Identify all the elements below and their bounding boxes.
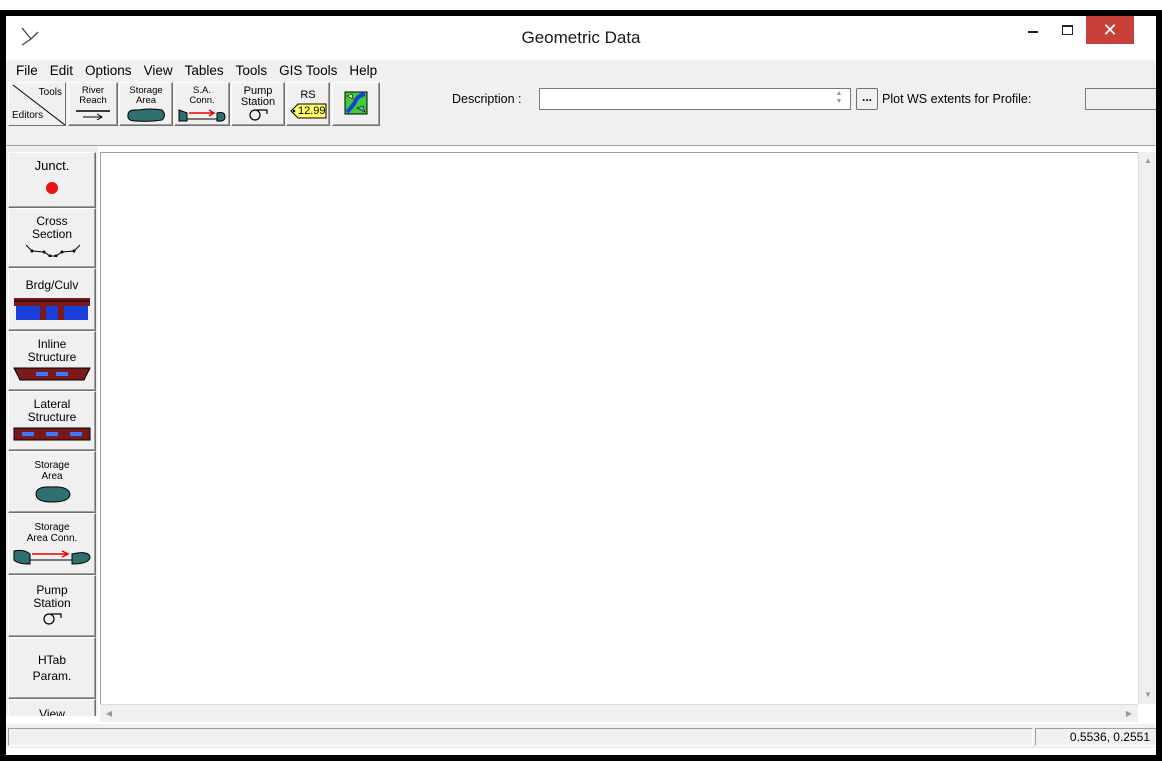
status-bar: 0.5536, 0.2551 xyxy=(6,724,1156,748)
tools-label: Tools xyxy=(38,87,62,98)
lateral-structure-icon xyxy=(13,427,91,441)
bridge-culvert-icon xyxy=(14,298,90,320)
gis-map-icon xyxy=(344,91,368,115)
coordinates-readout: 0.5536, 0.2551 xyxy=(1035,728,1156,746)
storage-area-editor-button[interactable]: Storage Area xyxy=(8,451,96,513)
storage-area-editor-label-2: Area xyxy=(41,471,63,482)
menu-tools[interactable]: Tools xyxy=(230,63,274,78)
menu-tables[interactable]: Tables xyxy=(179,63,230,78)
pump-station-editor-icon xyxy=(43,613,62,625)
geometric-data-window: Geometric Data ✕ File Edit Options View … xyxy=(6,16,1156,755)
view-label: View xyxy=(39,707,65,717)
description-spin-icon[interactable]: ▲ ▼ xyxy=(830,90,848,108)
bridge-culvert-editor-button[interactable]: Brdg/Culv xyxy=(8,268,96,331)
scroll-up-icon[interactable]: ▲ xyxy=(1139,152,1157,170)
editors-panel: Junct. Cross Section Brdg/Culv Inline St… xyxy=(6,146,98,716)
storage-area-editor-icon xyxy=(35,486,71,503)
menu-edit[interactable]: Edit xyxy=(44,63,79,78)
minimize-button[interactable] xyxy=(1018,16,1048,44)
close-button[interactable]: ✕ xyxy=(1086,16,1134,44)
pump-station-editor-button[interactable]: Pump Station xyxy=(8,575,96,637)
description-label: Description : xyxy=(452,92,522,106)
sa-conn-label-2: Conn. xyxy=(189,95,215,106)
storage-area-button[interactable]: Storage Area xyxy=(119,82,173,126)
river-station-button[interactable]: RS 12.99 xyxy=(286,82,330,126)
rs-tag-icon: 12.99 xyxy=(289,103,327,119)
maximize-button[interactable] xyxy=(1052,16,1082,44)
cross-section-label-2: Section xyxy=(31,227,73,241)
rs-value: 12.99 xyxy=(298,105,326,117)
storage-area-icon xyxy=(127,108,165,122)
maximize-icon xyxy=(1061,25,1073,35)
status-message-pane xyxy=(8,728,1033,746)
title-bar: Geometric Data ✕ xyxy=(6,16,1156,60)
window-frame: Geometric Data ✕ File Edit Options View … xyxy=(0,10,1162,761)
cross-section-editor-button[interactable]: Cross Section xyxy=(8,208,96,268)
view-editor-button[interactable]: View xyxy=(8,699,96,716)
menu-view[interactable]: View xyxy=(138,63,179,78)
minimize-icon xyxy=(1028,31,1038,33)
scroll-left-icon[interactable]: ◀ xyxy=(100,705,118,723)
htab-param-editor-button[interactable]: HTab Param. xyxy=(8,637,96,699)
description-browse-button[interactable]: ... xyxy=(856,88,878,110)
lateral-structure-editor-button[interactable]: Lateral Structure xyxy=(8,391,96,451)
menu-file[interactable]: File xyxy=(10,63,44,78)
pump-station-button[interactable]: Pump Station xyxy=(231,82,285,126)
scroll-down-icon[interactable]: ▼ xyxy=(1139,686,1157,704)
brdg-culv-label: Brdg/Culv xyxy=(25,278,79,292)
inline-structure-icon xyxy=(13,367,91,381)
storage-area-editor-label-1: Storage xyxy=(34,460,70,471)
window-title: Geometric Data xyxy=(521,28,641,47)
lateral-structure-label-2: Structure xyxy=(27,410,77,424)
pump-station-label-2: Station xyxy=(240,96,276,108)
pump-icon xyxy=(249,109,268,121)
storage-area-connection-editor-icon xyxy=(13,549,91,565)
tools-editors-toggle[interactable]: Tools Editors xyxy=(8,82,66,126)
geometry-canvas[interactable] xyxy=(100,152,1138,704)
gis-map-button[interactable] xyxy=(332,82,380,126)
menu-bar: File Edit Options View Tables Tools GIS … xyxy=(6,60,1156,80)
sa-conn-editor-label-1: Storage xyxy=(34,522,70,533)
menu-options[interactable]: Options xyxy=(79,63,138,78)
scroll-right-icon[interactable]: ▶ xyxy=(1120,705,1138,723)
junction-icon xyxy=(46,182,58,194)
rs-label: RS xyxy=(300,89,316,101)
horizontal-scrollbar[interactable]: ◀ ▶ xyxy=(100,704,1138,722)
plot-ws-profile-select[interactable] xyxy=(1085,88,1156,110)
menu-help[interactable]: Help xyxy=(343,63,383,78)
toolbar: Tools Editors River Reach Storage Area S… xyxy=(6,80,1156,146)
close-icon: ✕ xyxy=(1102,20,1118,40)
menu-gis-tools[interactable]: GIS Tools xyxy=(273,63,343,78)
inline-structure-editor-button[interactable]: Inline Structure xyxy=(8,331,96,391)
storage-area-label-2: Area xyxy=(135,95,157,106)
junct-label: Junct. xyxy=(34,158,70,173)
pump-station-editor-label-2: Station xyxy=(33,596,71,610)
description-input[interactable] xyxy=(539,88,851,110)
river-reach-arrow-icon xyxy=(76,110,110,120)
river-reach-button[interactable]: River Reach xyxy=(68,82,118,126)
editors-label: Editors xyxy=(12,110,44,121)
junction-editor-button[interactable]: Junct. xyxy=(8,152,96,208)
river-reach-label-2: Reach xyxy=(79,95,107,106)
sa-conn-editor-label-2: Area Conn. xyxy=(26,533,78,544)
sa-connection-icon xyxy=(178,109,226,122)
plot-ws-extents-label: Plot WS extents for Profile: xyxy=(882,92,1032,106)
storage-area-connection-editor-button[interactable]: Storage Area Conn. xyxy=(8,513,96,575)
inline-structure-label-2: Structure xyxy=(27,350,77,364)
htab-label-2: Param. xyxy=(32,669,72,683)
sa-connection-button[interactable]: S.A. Conn. xyxy=(174,82,230,126)
vertical-scrollbar[interactable]: ▲ ▼ xyxy=(1138,152,1156,704)
cross-section-icon xyxy=(25,244,81,257)
htab-label-1: HTab xyxy=(37,653,66,667)
